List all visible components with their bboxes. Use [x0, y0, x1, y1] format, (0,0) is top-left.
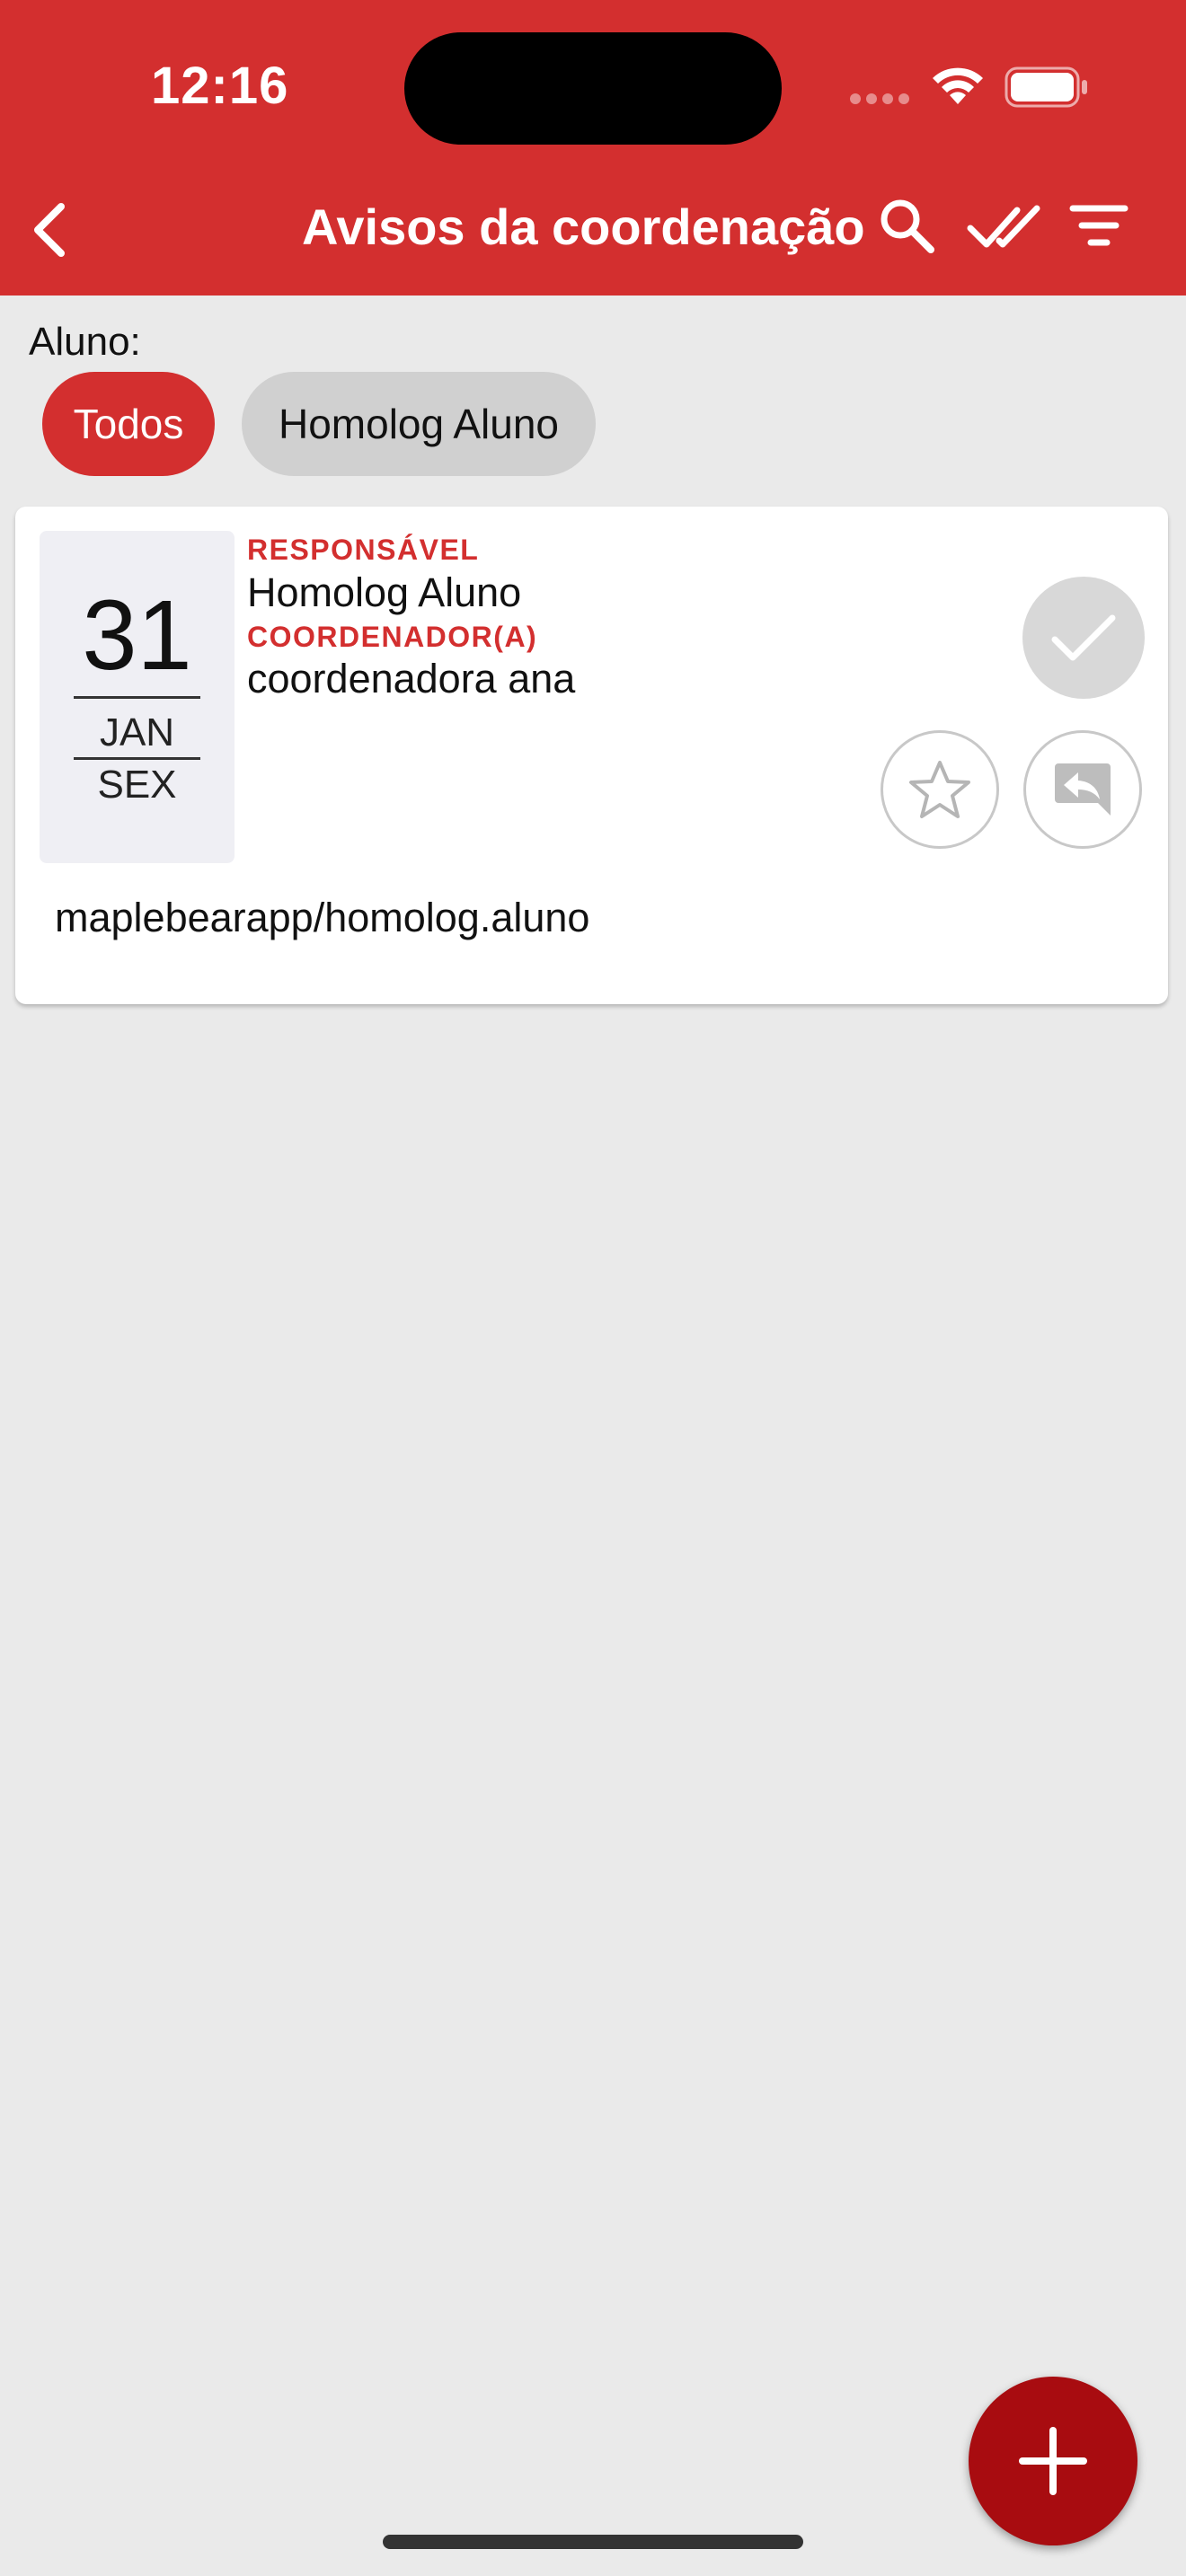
date-divider — [74, 757, 200, 760]
sender-role-label: RESPONSÁVEL — [247, 534, 480, 566]
dynamic-island — [404, 32, 782, 145]
date-month: JAN — [99, 710, 175, 754]
battery-icon — [1005, 66, 1087, 108]
mark-read-button[interactable] — [1022, 577, 1145, 699]
star-icon — [909, 761, 970, 818]
student-filter-label: Aluno: — [29, 320, 141, 364]
date-divider — [74, 696, 200, 699]
home-indicator[interactable] — [383, 2535, 803, 2549]
double-check-icon[interactable] — [967, 199, 1042, 253]
page-title: Avisos da coordenação — [302, 198, 865, 255]
plus-icon — [1019, 2427, 1087, 2495]
check-icon — [1051, 614, 1116, 661]
date-badge: 31 JAN SEX — [40, 531, 235, 863]
favorite-button[interactable] — [881, 730, 999, 849]
date-weekday: SEX — [97, 763, 177, 807]
filter-icon[interactable] — [1069, 199, 1128, 253]
back-arrow-icon[interactable] — [18, 189, 81, 269]
reply-icon — [1055, 763, 1111, 816]
app-header: 12:16 Avisos da coordenação — [0, 0, 1186, 296]
sender-name: Homolog Aluno — [247, 569, 522, 615]
search-icon[interactable] — [877, 196, 936, 255]
wifi-icon — [933, 67, 983, 104]
notice-body: maplebearapp/homolog.aluno — [55, 895, 590, 940]
date-day: 31 — [82, 580, 192, 691]
chip-homolog-aluno[interactable]: Homolog Aluno — [242, 372, 596, 476]
reply-button[interactable] — [1023, 730, 1142, 849]
add-notice-button[interactable] — [969, 2377, 1137, 2545]
status-time: 12:16 — [151, 57, 289, 115]
chip-todos[interactable]: Todos — [42, 372, 215, 476]
recipient-name: coordenadora ana — [247, 656, 576, 701]
recipient-role-label: COORDENADOR(A) — [247, 621, 538, 653]
notice-card[interactable]: 31 JAN SEX RESPONSÁVEL Homolog Aluno COO… — [15, 507, 1168, 1004]
